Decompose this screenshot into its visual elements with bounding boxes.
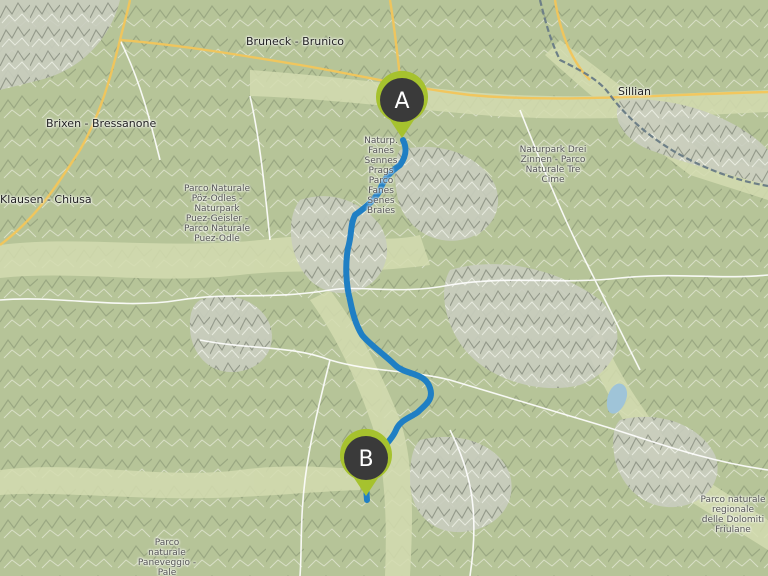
park-label-puez-odle: Parco Naturale Pöz-Odles - Naturpark Pue… xyxy=(183,184,251,244)
town-label-sillian: Sillian xyxy=(618,85,651,98)
map-pin-icon: A xyxy=(376,70,428,138)
map-pin-icon: B xyxy=(340,428,392,496)
start-marker-label: A xyxy=(394,89,409,114)
park-label-fanes-sennes: Naturp. Fanes Sennes Prags Parco Fanes S… xyxy=(364,136,398,216)
end-marker[interactable]: B xyxy=(336,428,396,500)
town-label-klausen: Klausen - Chiusa xyxy=(0,193,92,206)
town-label-bruneck: Bruneck - Brunico xyxy=(246,35,345,48)
park-label-dolomiti-friulane: Parco naturale regionale delle Dolomiti … xyxy=(700,495,766,535)
town-label-brixen: Brixen - Bressanone xyxy=(46,117,157,130)
park-label-drei-zinnen: Naturpark Drei Zinnen - Parco Naturale T… xyxy=(519,145,587,185)
park-label-paneveggio: Parco naturale Paneveggio - Pale xyxy=(137,538,197,576)
start-marker[interactable]: A xyxy=(372,70,432,142)
map-view[interactable]: Bruneck - Brunico Brixen - Bressanone Kl… xyxy=(0,0,768,576)
end-marker-label: B xyxy=(358,447,373,472)
